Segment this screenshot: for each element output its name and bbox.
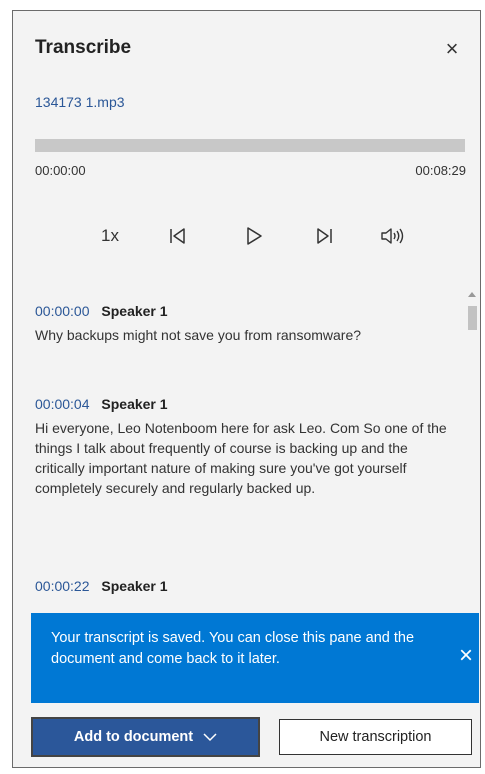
- playback-progress-bar[interactable]: [35, 139, 465, 152]
- close-pane-button[interactable]: ×: [439, 36, 465, 62]
- entry-speaker: Speaker 1: [101, 396, 168, 412]
- add-to-document-label: Add to document: [73, 729, 194, 745]
- audio-file-link[interactable]: 134173 1.mp3: [35, 94, 125, 110]
- volume-icon: [381, 228, 404, 244]
- play-button[interactable]: [239, 221, 269, 251]
- transcribe-pane: Transcribe × 134173 1.mp3 00:00:00 00:08…: [12, 10, 481, 768]
- new-transcription-label: New transcription: [319, 729, 432, 745]
- transcript-entry: 00:00:04 Speaker 1 Hi everyone, Leo Note…: [35, 396, 455, 498]
- transcript-entry: 00:00:00 Speaker 1 Why backups might not…: [35, 303, 455, 345]
- playback-speed-button[interactable]: 1x: [95, 221, 125, 251]
- total-time: 00:08:29: [415, 163, 466, 178]
- chevron-down-icon: [203, 732, 217, 741]
- scroll-up-arrow-icon[interactable]: [468, 292, 476, 297]
- close-icon: ×: [445, 36, 459, 61]
- notification-message: Your transcript is saved. You can close …: [51, 630, 415, 667]
- skip-back-button[interactable]: [163, 221, 193, 251]
- new-transcription-button[interactable]: New transcription: [279, 719, 472, 755]
- playback-controls: 1x: [13, 221, 480, 251]
- scroll-thumb[interactable]: [468, 306, 477, 330]
- pane-title: Transcribe: [35, 37, 132, 58]
- transcript-scrollbar[interactable]: [465, 286, 479, 621]
- entry-text: Why backups might not save you from rans…: [35, 327, 362, 343]
- entry-timestamp-link[interactable]: 00:00:04: [35, 396, 90, 412]
- volume-button[interactable]: [376, 221, 410, 251]
- skip-forward-button[interactable]: [309, 221, 339, 251]
- close-icon: ×: [458, 642, 473, 669]
- entry-timestamp-link[interactable]: 00:00:00: [35, 303, 90, 319]
- skip-forward-icon: [317, 228, 332, 244]
- transcript-entry: 00:00:22 Speaker 1: [35, 578, 455, 600]
- dismiss-notification-button[interactable]: ×: [451, 641, 480, 671]
- saved-notification: Your transcript is saved. You can close …: [31, 613, 479, 703]
- play-icon: [247, 227, 262, 245]
- transcript-list[interactable]: 00:00:00 Speaker 1 Why backups might not…: [13, 286, 480, 621]
- entry-speaker: Speaker 1: [101, 303, 168, 319]
- entry-speaker: Speaker 1: [101, 578, 168, 594]
- current-time: 00:00:00: [35, 163, 86, 178]
- add-to-document-button[interactable]: Add to document: [31, 717, 260, 757]
- entry-timestamp-link[interactable]: 00:00:22: [35, 578, 90, 594]
- entry-text: Hi everyone, Leo Notenboom here for ask …: [35, 420, 447, 496]
- skip-back-icon: [170, 228, 185, 244]
